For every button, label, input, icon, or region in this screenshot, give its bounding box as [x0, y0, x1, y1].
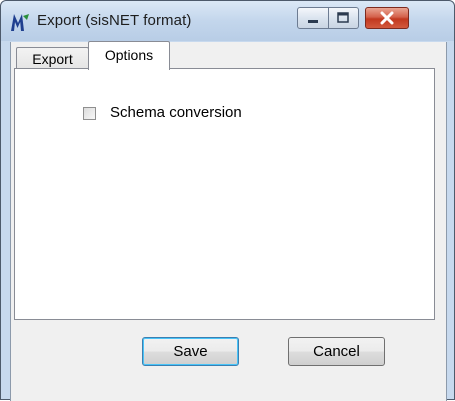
- save-button[interactable]: Save: [142, 337, 239, 366]
- schema-conversion-label[interactable]: Schema conversion: [110, 104, 242, 121]
- window-title: Export (sisNET format): [37, 12, 192, 29]
- tab-options[interactable]: Options: [88, 41, 170, 70]
- close-button[interactable]: [365, 7, 409, 29]
- minimize-icon: [308, 20, 318, 23]
- app-logo-icon: [9, 11, 31, 33]
- maximize-icon: [337, 12, 349, 23]
- title-bar[interactable]: Export (sisNET format): [1, 1, 454, 41]
- close-icon: [380, 11, 394, 25]
- cancel-button[interactable]: Cancel: [288, 337, 385, 366]
- maximize-button[interactable]: [329, 7, 359, 29]
- tab-export[interactable]: Export: [16, 47, 89, 69]
- minimize-button[interactable]: [297, 7, 329, 29]
- schema-conversion-checkbox[interactable]: [83, 107, 96, 120]
